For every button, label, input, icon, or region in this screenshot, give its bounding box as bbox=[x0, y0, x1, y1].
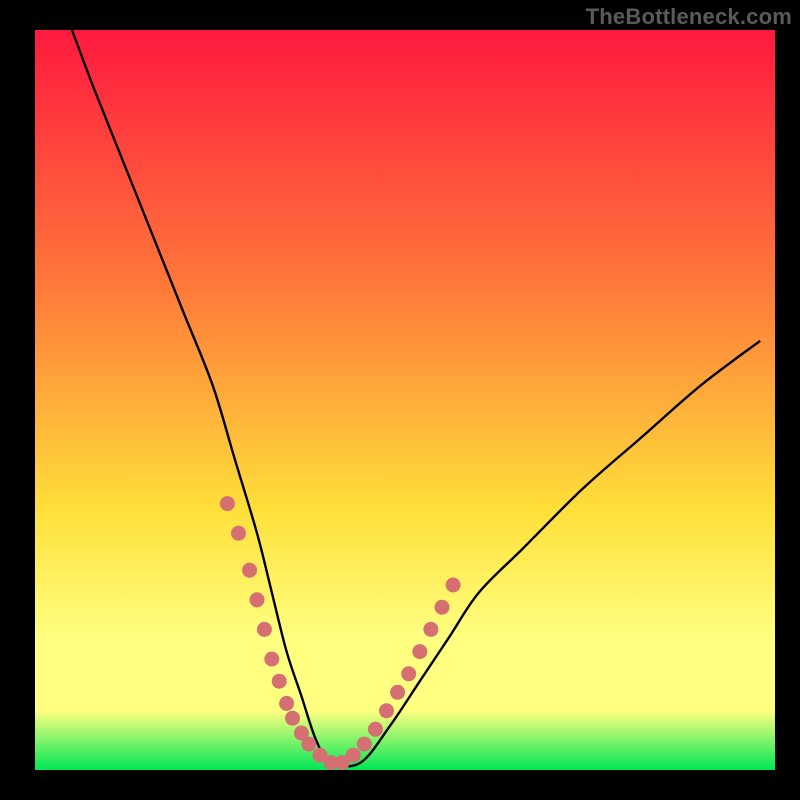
highlight-dot bbox=[257, 622, 272, 637]
highlight-dot bbox=[435, 600, 450, 615]
highlight-dot bbox=[250, 592, 265, 607]
gradient-panel bbox=[35, 30, 775, 770]
highlight-dot bbox=[357, 737, 372, 752]
highlight-dot bbox=[301, 737, 316, 752]
watermark-text: TheBottleneck.com bbox=[586, 4, 792, 30]
highlight-dot bbox=[285, 711, 300, 726]
highlight-dot bbox=[242, 563, 257, 578]
highlight-dot bbox=[390, 685, 405, 700]
highlight-dot bbox=[264, 652, 279, 667]
highlight-dot bbox=[423, 622, 438, 637]
chart-stage: TheBottleneck.com bbox=[0, 0, 800, 800]
highlight-dot bbox=[231, 526, 246, 541]
highlight-dot bbox=[368, 722, 383, 737]
highlight-dot bbox=[401, 666, 416, 681]
highlight-dot bbox=[220, 496, 235, 511]
highlight-dot bbox=[279, 696, 294, 711]
bottleneck-chart bbox=[0, 0, 800, 800]
highlight-dot bbox=[446, 578, 461, 593]
highlight-dot bbox=[272, 674, 287, 689]
highlight-dot bbox=[412, 644, 427, 659]
highlight-dot bbox=[346, 748, 361, 763]
highlight-dot bbox=[379, 703, 394, 718]
